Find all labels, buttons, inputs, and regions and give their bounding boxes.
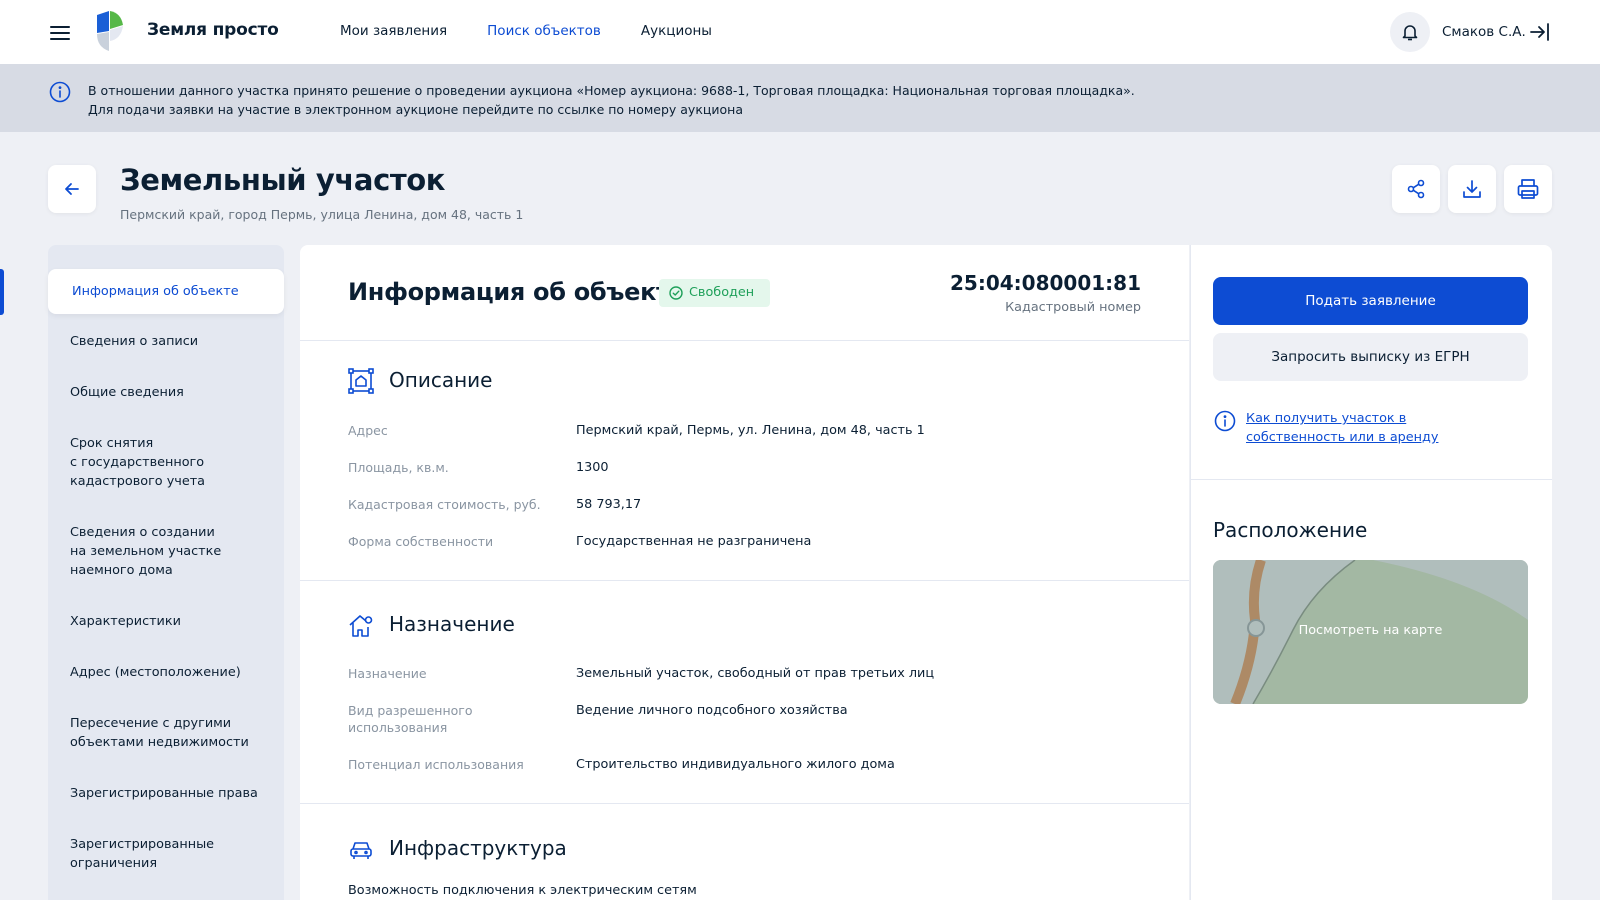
car-icon <box>350 842 372 859</box>
sidebar-item-general[interactable]: Общие сведения <box>48 383 284 402</box>
infrastructure-title: Инфраструктура <box>389 836 567 860</box>
sidebar-item-deregistration[interactable]: Срок снятия с государственного кадастров… <box>48 434 284 491</box>
purpose-value: Земельный участок, свободный от прав тре… <box>576 666 935 681</box>
sidebar-item-object-info[interactable]: Информация об объекте <box>48 269 284 314</box>
area-label: Площадь, кв.м. <box>348 460 449 475</box>
cadastral-label: Кадастровый номер <box>1005 300 1141 315</box>
bell-icon <box>1402 25 1418 41</box>
sidebar: Информация об объекте Сведения о записи … <box>48 245 284 900</box>
location-title: Расположение <box>1213 518 1368 542</box>
divider <box>300 340 1189 341</box>
purpose-label: Назначение <box>348 666 427 681</box>
share-button[interactable] <box>1392 165 1440 213</box>
sidebar-item-restrictions[interactable]: Зарегистрированные ограничения <box>48 835 284 873</box>
notifications-button[interactable] <box>1390 12 1430 52</box>
divider <box>1190 479 1552 480</box>
arrow-left-icon <box>65 183 79 195</box>
brand-name[interactable]: Земля просто <box>147 20 279 40</box>
sidebar-item-intersection[interactable]: Пересечение с другими объектами недвижим… <box>48 714 284 752</box>
banner-text: В отношении данного участка принято реше… <box>88 81 1135 119</box>
infrastructure-item: Возможность подключения к электрическим … <box>348 883 697 898</box>
potential-label: Потенциал использования <box>348 757 524 772</box>
nav-search-objects[interactable]: Поиск объектов <box>487 23 601 39</box>
page-subtitle: Пермский край, город Пермь, улица Ленина… <box>120 207 524 222</box>
sidebar-item-characteristics[interactable]: Характеристики <box>48 612 284 631</box>
status-badge: Свободен <box>659 279 771 307</box>
print-button[interactable] <box>1504 165 1552 213</box>
address-label: Адрес <box>348 423 388 438</box>
banner-line-1: В отношении данного участка принято реше… <box>88 83 1135 98</box>
request-egrn-button[interactable]: Запросить выписку из ЕГРН <box>1213 333 1528 381</box>
top-header: Земля просто Мои заявления Поиск объекто… <box>0 0 1600 64</box>
area-value: 1300 <box>576 460 609 475</box>
main-card <box>300 245 1189 900</box>
share-icon <box>1407 179 1425 199</box>
check-circle-icon <box>669 286 683 300</box>
ownership-label: Форма собственности <box>348 534 494 549</box>
print-icon <box>1517 179 1539 199</box>
ownership-help-link[interactable]: Как получить участок в собственность или… <box>1246 409 1506 447</box>
ownership-value: Государственная не разграничена <box>576 534 812 549</box>
house-icon <box>349 615 373 637</box>
nav-my-applications[interactable]: Мои заявления <box>340 23 447 39</box>
info-icon <box>49 81 71 103</box>
permitted-use-value: Ведение личного подсобного хозяйства <box>576 703 848 718</box>
download-icon <box>1463 180 1481 198</box>
active-section-marker <box>0 269 4 315</box>
cadastral-number: 25:04:080001:81 <box>950 271 1141 295</box>
nav-auctions[interactable]: Аукционы <box>641 23 712 39</box>
sidebar-item-record-info[interactable]: Сведения о записи <box>48 332 284 351</box>
description-title: Описание <box>389 368 493 392</box>
purpose-title: Назначение <box>389 612 515 636</box>
submit-application-button[interactable]: Подать заявление <box>1213 277 1528 325</box>
banner-line-2: Для подачи заявки на участие в электронн… <box>88 102 743 117</box>
logo-icon <box>97 11 123 51</box>
permitted-use-label: Вид разрешенного использования <box>348 703 473 735</box>
cadastral-cost-value: 58 793,17 <box>576 497 642 512</box>
page-title: Земельный участок <box>120 163 446 197</box>
status-text: Свободен <box>689 285 755 300</box>
logout-icon[interactable] <box>1528 20 1552 44</box>
house-frame-icon <box>348 368 374 394</box>
user-name[interactable]: Смаков С.А. <box>1442 24 1526 40</box>
map-preview[interactable]: Посмотреть на карте <box>1213 560 1528 704</box>
view-on-map-label[interactable]: Посмотреть на карте <box>1213 623 1528 638</box>
divider <box>300 803 1189 804</box>
back-button[interactable] <box>48 165 96 213</box>
section-title: Информация об объекте <box>348 278 686 306</box>
sidebar-item-rights[interactable]: Зарегистрированные права <box>48 784 284 803</box>
info-icon <box>1214 410 1236 432</box>
sidebar-item-rental-house[interactable]: Сведения о создании на земельном участке… <box>48 523 284 580</box>
main-nav: Мои заявления Поиск объектов Аукционы <box>340 23 712 39</box>
sidebar-item-address[interactable]: Адрес (местоположение) <box>48 663 284 682</box>
potential-value: Строительство индивидуального жилого дом… <box>576 757 895 772</box>
menu-icon[interactable] <box>48 22 72 42</box>
divider <box>300 580 1189 581</box>
download-button[interactable] <box>1448 165 1496 213</box>
cadastral-cost-label: Кадастровая стоимость, руб. <box>348 497 541 512</box>
address-value: Пермский край, Пермь, ул. Ленина, дом 48… <box>576 423 925 438</box>
